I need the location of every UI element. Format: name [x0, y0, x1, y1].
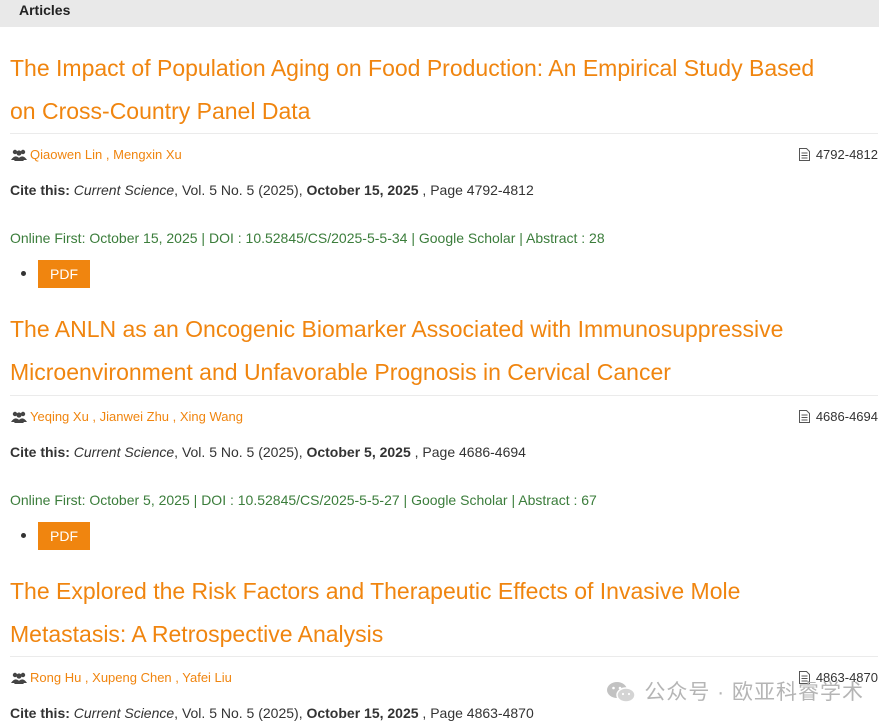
document-icon [798, 410, 810, 423]
cite-label: Cite this: [10, 444, 70, 460]
article-title[interactable]: The ANLN as an Oncogenic Biomarker Assoc… [10, 308, 870, 393]
page-range-text: 4686-4694 [815, 409, 878, 424]
document-icon [798, 148, 810, 161]
volume-info: , Vol. 5 No. 5 (2025), [174, 444, 307, 460]
section-header: Articles [0, 0, 879, 27]
google-scholar-link[interactable]: Google Scholar [419, 230, 516, 246]
doi-link[interactable]: DOI : 10.52845/CS/2025-5-5-34 [209, 230, 407, 246]
volume-info: , Vol. 5 No. 5 (2025), [174, 182, 307, 198]
citation: Cite this: Current Science, Vol. 5 No. 5… [10, 705, 534, 721]
users-icon [11, 149, 27, 161]
watermark-text: 公众号 · 欧亚科睿学术 [644, 681, 864, 704]
article-title-line[interactable]: on Cross-Country Panel Data [10, 90, 870, 133]
journal-name: Current Science [73, 705, 175, 721]
volume-info: , Vol. 5 No. 5 (2025), [174, 705, 307, 721]
users-icon [11, 411, 27, 423]
abstract-count: Abstract : 28 [526, 230, 605, 246]
author-link[interactable]: Jianwei Zhu [100, 409, 169, 424]
article-title-line[interactable]: Microenvironment and Unfavorable Prognos… [10, 351, 870, 394]
bullet [21, 533, 26, 538]
authors-row: Qiaowen Lin , Mengxin Xu 4792-4812 [10, 146, 878, 166]
author-link[interactable]: Yeqing Xu [30, 409, 89, 424]
publish-date: October 15, 2025 [306, 182, 419, 198]
author-link[interactable]: Xing Wang [180, 409, 243, 424]
author-link[interactable]: Rong Hu [30, 670, 81, 685]
bullet [21, 271, 26, 276]
page-info: , Page 4686-4694 [410, 444, 526, 460]
author-list: Qiaowen Lin , Mengxin Xu [30, 147, 182, 162]
online-first: Online First: October 15, 2025 [10, 230, 198, 246]
author-link[interactable]: Xupeng Chen [92, 670, 172, 685]
article-title-line[interactable]: Metastasis: A Retrospective Analysis [10, 613, 870, 656]
authors-row: Yeqing Xu , Jianwei Zhu , Xing Wang 4686… [10, 408, 878, 428]
watermark: 公众号 · 欧亚科睿学术 [606, 676, 864, 706]
author-link[interactable]: Mengxin Xu [113, 147, 182, 162]
divider [10, 133, 878, 134]
google-scholar-link[interactable]: Google Scholar [411, 492, 508, 508]
article-title[interactable]: The Impact of Population Aging on Food P… [10, 47, 870, 132]
cite-label: Cite this: [10, 705, 70, 721]
pdf-button[interactable]: PDF [38, 522, 90, 550]
publish-date: October 15, 2025 [306, 705, 419, 721]
page-range: 4792-4812 [798, 147, 878, 162]
article-title-line[interactable]: The Impact of Population Aging on Food P… [10, 47, 870, 90]
online-info: Online First: October 5, 2025 | DOI : 10… [10, 492, 597, 508]
citation: Cite this: Current Science, Vol. 5 No. 5… [10, 182, 534, 198]
cite-label: Cite this: [10, 182, 70, 198]
author-list: Yeqing Xu , Jianwei Zhu , Xing Wang [30, 409, 243, 424]
page-range: 4686-4694 [798, 409, 878, 424]
wechat-icon [607, 682, 637, 703]
online-first: Online First: October 5, 2025 [10, 492, 190, 508]
page-info: , Page 4863-4870 [418, 705, 534, 721]
publish-date: October 5, 2025 [306, 444, 411, 460]
page-range-text: 4792-4812 [815, 147, 878, 162]
journal-name: Current Science [73, 182, 175, 198]
pdf-button[interactable]: PDF [38, 260, 90, 288]
page-info: , Page 4792-4812 [418, 182, 534, 198]
abstract-count: Abstract : 67 [518, 492, 597, 508]
author-link[interactable]: Yafei Liu [182, 670, 232, 685]
doi-link[interactable]: DOI : 10.52845/CS/2025-5-5-27 [201, 492, 399, 508]
author-link[interactable]: Qiaowen Lin [30, 147, 102, 162]
journal-name: Current Science [73, 444, 175, 460]
section-title: Articles [19, 2, 71, 18]
online-info: Online First: October 15, 2025 | DOI : 1… [10, 230, 605, 246]
divider [10, 656, 878, 657]
author-list: Rong Hu , Xupeng Chen , Yafei Liu [30, 670, 232, 685]
citation: Cite this: Current Science, Vol. 5 No. 5… [10, 444, 526, 460]
users-icon [11, 672, 27, 684]
article-title[interactable]: The Explored the Risk Factors and Therap… [10, 570, 870, 655]
article-title-line[interactable]: The Explored the Risk Factors and Therap… [10, 570, 870, 613]
divider [10, 395, 878, 396]
article-title-line[interactable]: The ANLN as an Oncogenic Biomarker Assoc… [10, 308, 870, 351]
